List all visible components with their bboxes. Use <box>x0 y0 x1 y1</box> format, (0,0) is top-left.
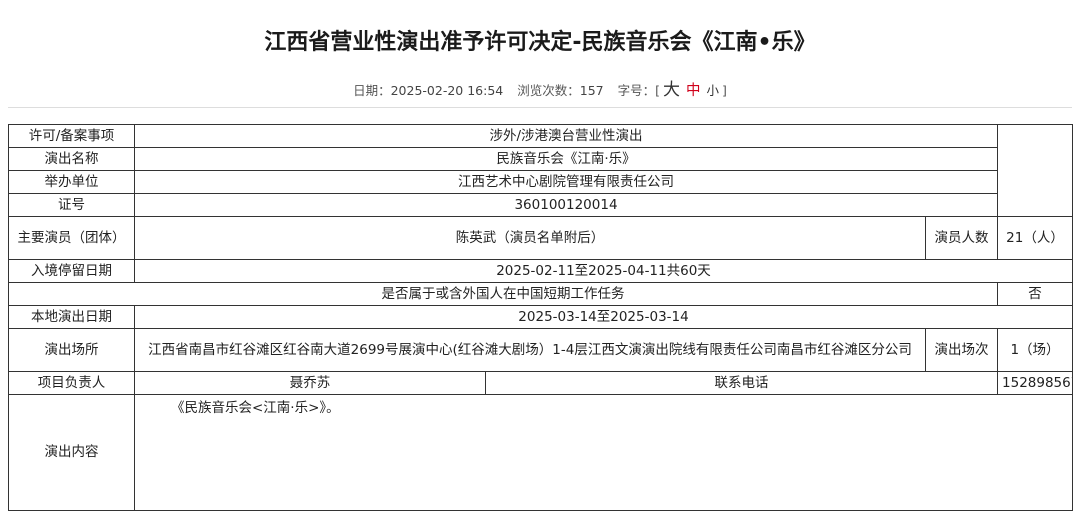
venue-label: 演出场所 <box>8 328 135 372</box>
table-row: 是否属于或含外国人在中国短期工作任务 否 <box>7 282 1074 306</box>
table-row: 证号 360100120014 <box>8 193 1073 217</box>
date-label: 日期： <box>353 83 391 98</box>
license-label: 证号 <box>8 193 135 217</box>
performer-count-value: 21（人） <box>997 216 1074 260</box>
content-value: 《民族音乐会<江南·乐>》。 <box>133 394 1074 511</box>
show-name-value: 民族音乐会《江南·乐》 <box>133 147 999 171</box>
license-value: 360100120014 <box>133 193 999 217</box>
foreign-work-answer: 否 <box>997 282 1074 306</box>
permit-item-value: 涉外/涉港澳台营业性演出 <box>133 124 999 148</box>
content-label: 演出内容 <box>8 394 135 511</box>
venue-value: 江西省南昌市红谷滩区红谷南大道2699号展演中心(红谷滩大剧场）1-4层江西文演… <box>134 328 926 372</box>
view-count: 157 <box>579 83 604 98</box>
table-row: 主要演员（团体） 陈英武（演员名单附后） 演员人数 21（人） <box>8 216 1074 260</box>
local-date-label: 本地演出日期 <box>8 305 135 329</box>
table-row: 演出内容 《民族音乐会<江南·乐>》。 <box>8 394 1074 511</box>
permit-item-label: 许可/备案事项 <box>8 124 135 148</box>
article-meta-bar: 日期：2025-02-20 16:54 浏览次数：157 字号：[大中小] <box>0 80 1080 101</box>
sessions-label: 演出场次 <box>924 328 999 372</box>
permit-info-table: 许可/备案事项 涉外/涉港澳台营业性演出 演出名称 民族音乐会《江南·乐》 举办… <box>7 124 1074 511</box>
performers-label: 主要演员（团体） <box>8 216 135 260</box>
phone-value: 15289856770 <box>997 371 1074 395</box>
page-title: 江西省营业性演出准予许可决定-民族音乐会《江南•乐》 <box>264 30 816 55</box>
table-row: 入境停留日期 2025-02-11至2025-04-11共60天 <box>8 259 1074 283</box>
views-label: 浏览次数： <box>517 83 580 98</box>
table-row: 项目负责人 聂乔苏 联系电话 15289856770 <box>8 371 1074 395</box>
publish-date: 2025-02-20 16:54 <box>390 83 504 98</box>
foreign-work-question: 是否属于或含外国人在中国短期工作任务 <box>7 282 999 306</box>
performer-count-label: 演员人数 <box>924 216 999 260</box>
table-row: 举办单位 江西艺术中心剧院管理有限责任公司 <box>8 170 1073 194</box>
bracket-close: ] <box>722 83 727 98</box>
entry-date-label: 入境停留日期 <box>8 259 135 283</box>
manager-value: 聂乔苏 <box>134 371 486 395</box>
empty-cell <box>997 124 1074 217</box>
table-row: 演出场所 江西省南昌市红谷滩区红谷南大道2699号展演中心(红谷滩大剧场）1-4… <box>8 328 1074 372</box>
font-size-label: 字号： <box>617 83 656 98</box>
performers-value: 陈英武（演员名单附后） <box>134 216 926 260</box>
table-row: 演出名称 民族音乐会《江南·乐》 <box>8 147 1073 171</box>
header-divider <box>8 107 1072 108</box>
table-row: 本地演出日期 2025-03-14至2025-03-14 <box>8 305 1074 329</box>
bracket-open: [ <box>655 83 661 98</box>
font-size-large-button[interactable]: 大 <box>663 80 680 100</box>
phone-label: 联系电话 <box>484 371 999 395</box>
sessions-value: 1（场） <box>997 328 1074 372</box>
organizer-label: 举办单位 <box>8 170 135 194</box>
font-size-small-button[interactable]: 小 <box>707 83 720 98</box>
organizer-value: 江西艺术中心剧院管理有限责任公司 <box>133 170 999 194</box>
font-size-medium-button[interactable]: 中 <box>686 83 701 99</box>
table-row: 许可/备案事项 涉外/涉港澳台营业性演出 <box>8 124 1074 217</box>
local-date-value: 2025-03-14至2025-03-14 <box>133 305 1074 329</box>
entry-date-value: 2025-02-11至2025-04-11共60天 <box>133 259 1074 283</box>
manager-label: 项目负责人 <box>8 371 135 395</box>
show-name-label: 演出名称 <box>8 147 135 171</box>
